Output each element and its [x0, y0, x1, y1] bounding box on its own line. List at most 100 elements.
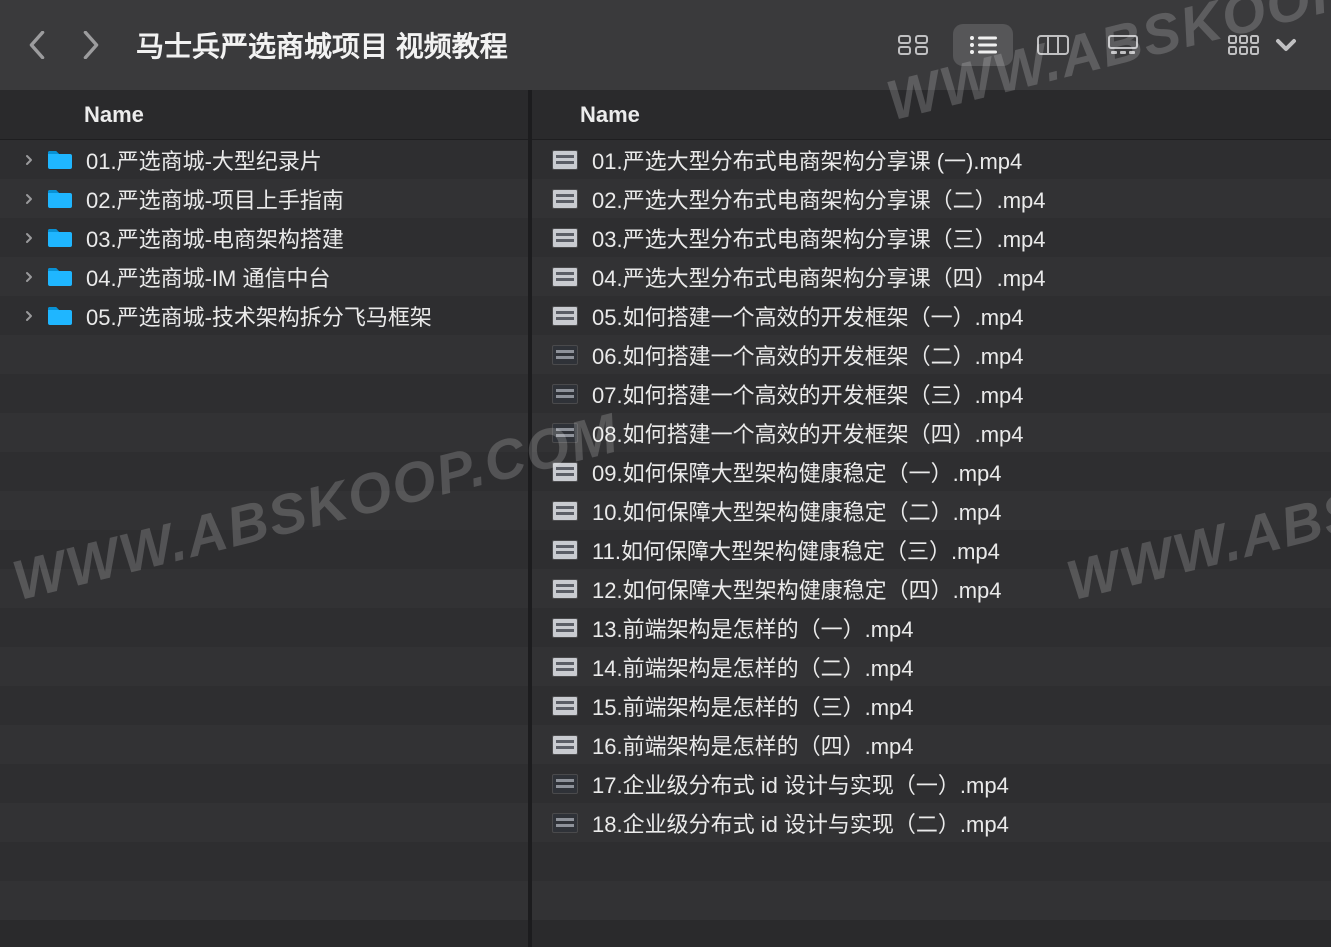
disclosure-triangle-icon[interactable]: [20, 310, 38, 322]
video-thumbnail-icon: [552, 735, 578, 755]
view-columns-button[interactable]: [1023, 24, 1083, 66]
file-name: 18.企业级分布式 id 设计与实现（二）.mp4: [592, 807, 1009, 839]
left-column-header[interactable]: Name: [0, 90, 528, 140]
file-name: 05.如何搭建一个高效的开发框架（一）.mp4: [592, 300, 1024, 332]
file-row[interactable]: 06.如何搭建一个高效的开发框架（二）.mp4: [532, 335, 1331, 374]
video-thumbnail-icon: [552, 813, 578, 833]
folder-name: 01.严选商城-大型纪录片: [86, 144, 322, 176]
file-name: 01.严选大型分布式电商架构分享课 (一).mp4: [592, 144, 1022, 176]
view-gallery-button[interactable]: [1093, 24, 1153, 66]
empty-row: [0, 491, 528, 530]
folder-icon: [46, 149, 74, 171]
empty-row: [0, 725, 528, 764]
file-row[interactable]: 02.严选大型分布式电商架构分享课（二）.mp4: [532, 179, 1331, 218]
file-row[interactable]: 13.前端架构是怎样的（一）.mp4: [532, 608, 1331, 647]
empty-row: [0, 335, 528, 374]
folder-icon: [46, 305, 74, 327]
file-name: 14.前端架构是怎样的（二）.mp4: [592, 651, 914, 683]
empty-row: [0, 764, 528, 803]
empty-row: [0, 881, 528, 920]
disclosure-triangle-icon[interactable]: [20, 193, 38, 205]
nav-arrows: [28, 31, 112, 59]
empty-row: [0, 452, 528, 491]
folder-panel: Name 01.严选商城-大型纪录片02.严选商城-项目上手指南 03.严选商城-…: [0, 90, 528, 947]
file-row[interactable]: 15.前端架构是怎样的（三）.mp4: [532, 686, 1331, 725]
file-panel: Name 01.严选大型分布式电商架构分享课 (一).mp4 02.严选大型分布式…: [532, 90, 1331, 947]
file-name: 13.前端架构是怎样的（一）.mp4: [592, 612, 914, 644]
folder-name: 03.严选商城-电商架构搭建: [86, 222, 344, 254]
video-thumbnail-icon: [552, 228, 578, 248]
video-thumbnail-icon: [552, 696, 578, 716]
folder-icon: [46, 188, 74, 210]
video-thumbnail-icon: [552, 540, 578, 560]
file-row[interactable]: 14.前端架构是怎样的（二）.mp4: [532, 647, 1331, 686]
right-column-header[interactable]: Name: [532, 90, 1331, 140]
folder-row[interactable]: 05.严选商城-技术架构拆分飞马框架: [0, 296, 528, 335]
file-name: 02.严选大型分布式电商架构分享课（二）.mp4: [592, 183, 1046, 215]
disclosure-triangle-icon[interactable]: [20, 271, 38, 283]
file-name: 11.如何保障大型架构健康稳定（三）.mp4: [592, 534, 1000, 566]
back-button[interactable]: [28, 31, 46, 59]
window-title: 马士兵严选商城项目 视频教程: [136, 25, 508, 65]
file-row[interactable]: 16.前端架构是怎样的（四）.mp4: [532, 725, 1331, 764]
empty-row: [0, 647, 528, 686]
file-row[interactable]: 12.如何保障大型架构健康稳定（四）.mp4: [532, 569, 1331, 608]
video-thumbnail-icon: [552, 618, 578, 638]
folder-list: 01.严选商城-大型纪录片02.严选商城-项目上手指南 03.严选商城-电商架构搭…: [0, 140, 528, 947]
folder-row[interactable]: 02.严选商城-项目上手指南: [0, 179, 528, 218]
video-thumbnail-icon: [552, 306, 578, 326]
file-name: 07.如何搭建一个高效的开发框架（三）.mp4: [592, 378, 1024, 410]
disclosure-triangle-icon[interactable]: [20, 154, 38, 166]
file-name: 06.如何搭建一个高效的开发框架（二）.mp4: [592, 339, 1024, 371]
video-thumbnail-icon: [552, 345, 578, 365]
forward-button[interactable]: [82, 31, 100, 59]
view-mode-group: [883, 24, 1153, 66]
file-row[interactable]: 07.如何搭建一个高效的开发框架（三）.mp4: [532, 374, 1331, 413]
file-name: 04.严选大型分布式电商架构分享课（四）.mp4: [592, 261, 1046, 293]
group-menu-button[interactable]: [1227, 33, 1303, 57]
file-row[interactable]: 01.严选大型分布式电商架构分享课 (一).mp4: [532, 140, 1331, 179]
empty-row: [0, 608, 528, 647]
view-list-button[interactable]: [953, 24, 1013, 66]
file-name: 08.如何搭建一个高效的开发框架（四）.mp4: [592, 417, 1024, 449]
empty-row: [0, 530, 528, 569]
file-row[interactable]: 17.企业级分布式 id 设计与实现（一）.mp4: [532, 764, 1331, 803]
video-thumbnail-icon: [552, 774, 578, 794]
empty-row: [0, 686, 528, 725]
empty-row: [0, 803, 528, 842]
folder-row[interactable]: 03.严选商城-电商架构搭建: [0, 218, 528, 257]
file-name: 09.如何保障大型架构健康稳定（一）.mp4: [592, 456, 1002, 488]
file-name: 12.如何保障大型架构健康稳定（四）.mp4: [592, 573, 1002, 605]
video-thumbnail-icon: [552, 579, 578, 599]
video-thumbnail-icon: [552, 657, 578, 677]
empty-row: [0, 374, 528, 413]
file-name: 10.如何保障大型架构健康稳定（二）.mp4: [592, 495, 1002, 527]
folder-row[interactable]: 04.严选商城-IM 通信中台: [0, 257, 528, 296]
file-name: 17.企业级分布式 id 设计与实现（一）.mp4: [592, 768, 1009, 800]
folder-icon: [46, 266, 74, 288]
video-thumbnail-icon: [552, 267, 578, 287]
file-row[interactable]: 04.严选大型分布式电商架构分享课（四）.mp4: [532, 257, 1331, 296]
content-area: Name 01.严选商城-大型纪录片02.严选商城-项目上手指南 03.严选商城-…: [0, 90, 1331, 947]
video-thumbnail-icon: [552, 501, 578, 521]
video-thumbnail-icon: [552, 189, 578, 209]
file-row[interactable]: 10.如何保障大型架构健康稳定（二）.mp4: [532, 491, 1331, 530]
folder-row[interactable]: 01.严选商城-大型纪录片: [0, 140, 528, 179]
file-row[interactable]: 09.如何保障大型架构健康稳定（一）.mp4: [532, 452, 1331, 491]
file-row[interactable]: 03.严选大型分布式电商架构分享课（三）.mp4: [532, 218, 1331, 257]
disclosure-triangle-icon[interactable]: [20, 232, 38, 244]
folder-name: 04.严选商城-IM 通信中台: [86, 261, 330, 293]
file-row[interactable]: 08.如何搭建一个高效的开发框架（四）.mp4: [532, 413, 1331, 452]
file-name: 03.严选大型分布式电商架构分享课（三）.mp4: [592, 222, 1046, 254]
empty-row: [532, 881, 1331, 920]
file-row[interactable]: 18.企业级分布式 id 设计与实现（二）.mp4: [532, 803, 1331, 842]
view-icons-button[interactable]: [883, 24, 943, 66]
file-name: 15.前端架构是怎样的（三）.mp4: [592, 690, 914, 722]
video-thumbnail-icon: [552, 462, 578, 482]
file-row[interactable]: 05.如何搭建一个高效的开发框架（一）.mp4: [532, 296, 1331, 335]
video-thumbnail-icon: [552, 150, 578, 170]
empty-row: [0, 413, 528, 452]
toolbar: 马士兵严选商城项目 视频教程: [0, 0, 1331, 90]
file-row[interactable]: 11.如何保障大型架构健康稳定（三）.mp4: [532, 530, 1331, 569]
video-thumbnail-icon: [552, 423, 578, 443]
